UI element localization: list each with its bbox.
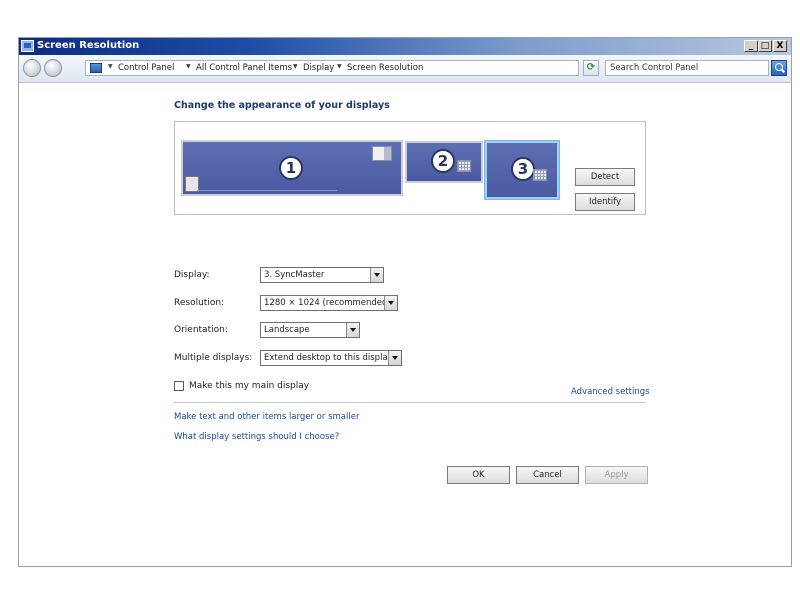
orientation-select-value: Landscape (264, 325, 310, 335)
resolution-label: Resolution: (174, 298, 225, 308)
close-button[interactable]: X (773, 40, 787, 52)
orientation-label: Orientation: (174, 325, 228, 335)
minimize-button[interactable]: _ (744, 40, 758, 52)
main-content: Change the appearance of your displays 1… (19, 83, 791, 566)
monitor-3[interactable]: 3 (485, 141, 559, 199)
orientation-select[interactable]: Landscape (260, 322, 360, 338)
display-icon (21, 40, 34, 52)
chevron-right-icon[interactable]: ▼ (186, 63, 191, 70)
monitor-2[interactable]: 2 (405, 141, 483, 183)
ok-button[interactable]: OK (447, 466, 510, 484)
main-display-checkbox-label[interactable]: Make this my main display (189, 381, 309, 391)
main-display-checkbox[interactable] (174, 381, 184, 391)
identify-button[interactable]: Identify (575, 193, 635, 211)
multiple-displays-label: Multiple displays: (174, 353, 253, 363)
search-icon[interactable] (771, 60, 787, 76)
chevron-right-icon[interactable]: ▼ (293, 63, 298, 70)
screen-resolution-window: Screen Resolution _ □ X ▼ Control Panel … (18, 37, 792, 567)
cancel-button[interactable]: Cancel (516, 466, 579, 484)
navigation-bar: ▼ Control Panel ▼ All Control Panel Item… (19, 55, 791, 83)
address-bar[interactable]: ▼ Control Panel ▼ All Control Panel Item… (85, 60, 631, 76)
text-size-link[interactable]: Make text and other items larger or smal… (174, 412, 359, 422)
window-icon (372, 146, 392, 161)
apply-button[interactable]: Apply (585, 466, 648, 484)
monitor-number-2: 2 (431, 149, 455, 173)
window-title: Screen Resolution (37, 40, 140, 51)
forward-button[interactable] (44, 59, 62, 77)
advanced-settings-link[interactable]: Advanced settings (571, 387, 650, 397)
taskbar-line (197, 190, 337, 191)
detect-button[interactable]: Detect (575, 168, 635, 186)
breadcrumb-all-items[interactable]: All Control Panel Items (196, 63, 292, 73)
grid-icon (457, 160, 471, 172)
monitor-1[interactable]: 1 (181, 140, 403, 196)
display-label: Display: (174, 270, 210, 280)
title-bar[interactable]: Screen Resolution _ □ X (19, 38, 791, 55)
page-title: Change the appearance of your displays (174, 100, 390, 111)
chevron-right-icon[interactable]: ▼ (337, 63, 342, 70)
chevron-down-icon[interactable] (384, 296, 397, 310)
display-select[interactable]: 3. SyncMaster (260, 267, 384, 283)
search-input[interactable]: Search Control Panel (605, 60, 769, 76)
chevron-down-icon[interactable] (346, 323, 359, 337)
breadcrumb-display[interactable]: Display (303, 63, 334, 73)
refresh-icon: ⟳ (586, 62, 596, 73)
chevron-down-icon[interactable] (388, 351, 401, 365)
monitor-number-1: 1 (279, 156, 303, 180)
back-button[interactable] (23, 59, 41, 77)
chevron-down-icon[interactable] (370, 268, 383, 282)
refresh-button[interactable]: ⟳ (583, 60, 599, 76)
multiple-displays-select[interactable]: Extend desktop to this display (260, 350, 402, 366)
breadcrumb-screen-resolution[interactable]: Screen Resolution (347, 63, 423, 73)
chevron-right-icon[interactable]: ▼ (108, 63, 113, 70)
resolution-select[interactable]: 1280 × 1024 (recommended) (260, 295, 398, 311)
control-panel-icon (90, 63, 102, 73)
maximize-button[interactable]: □ (758, 40, 772, 52)
resolution-select-value: 1280 × 1024 (recommended) (264, 298, 391, 308)
grid-icon (533, 169, 547, 181)
display-settings-help-link[interactable]: What display settings should I choose? (174, 432, 339, 442)
multiple-displays-select-value: Extend desktop to this display (264, 353, 393, 363)
display-select-value: 3. SyncMaster (264, 270, 325, 280)
breadcrumb-control-panel[interactable]: Control Panel (118, 63, 174, 73)
divider (174, 402, 646, 403)
monitor-number-3: 3 (511, 157, 535, 181)
